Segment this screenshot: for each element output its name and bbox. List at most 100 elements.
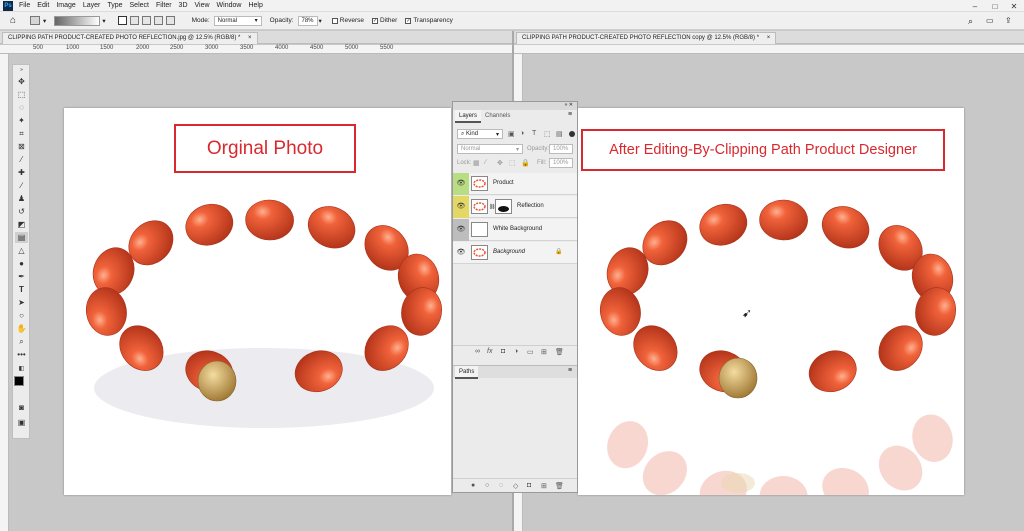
blur-tool-icon[interactable]: △ <box>15 245 28 256</box>
frame-tool-icon[interactable]: ⊠ <box>15 141 28 152</box>
tab-close-icon[interactable]: × <box>248 35 252 41</box>
pen-tool-icon[interactable]: ✒ <box>15 271 28 282</box>
menu-select[interactable]: Select <box>130 2 149 9</box>
layer-row-background[interactable]: 👁 Background 🔒 <box>453 242 577 264</box>
lock-position-icon[interactable]: ✥ <box>497 159 503 167</box>
mode-dropdown[interactable]: Normal ▾ <box>213 15 262 26</box>
tool-preset-icon[interactable]: ▾ <box>30 16 46 25</box>
filter-toggle-icon[interactable] <box>569 131 575 137</box>
chevron-down-icon[interactable]: ▾ <box>102 17 105 25</box>
eye-icon[interactable]: 👁 <box>453 219 469 241</box>
fx-icon[interactable]: fx <box>487 348 492 355</box>
eraser-tool-icon[interactable]: ◩ <box>15 219 28 230</box>
shape-tool-icon[interactable]: ○ <box>15 310 28 321</box>
search-icon[interactable]: ⌕ <box>968 16 973 27</box>
trash-icon[interactable]: 🗑 <box>555 482 564 490</box>
angle-gradient-icon[interactable] <box>141 16 151 25</box>
share-icon[interactable]: ⇪ <box>1005 16 1012 25</box>
menu-edit[interactable]: Edit <box>37 2 49 9</box>
default-colors-icon[interactable]: ◧ <box>15 364 28 375</box>
close-icon[interactable]: ✕ <box>1005 0 1023 12</box>
add-mask-icon[interactable]: ◘ <box>501 348 505 355</box>
link-layers-icon[interactable]: ∞ <box>475 348 480 355</box>
maximize-icon[interactable]: □ <box>986 0 1004 12</box>
right-canvas[interactable]: After Editing-By-Clipping Path Product D… <box>578 108 964 517</box>
home-icon[interactable]: ⌂ <box>10 15 16 26</box>
chevron-down-icon[interactable]: ▾ <box>319 17 322 25</box>
gradient-picker[interactable] <box>54 15 101 26</box>
fill-path-icon[interactable]: ● <box>471 482 475 489</box>
menu-type[interactable]: Type <box>107 2 122 9</box>
lock-all-icon[interactable]: 🔒 <box>521 159 530 167</box>
clone-stamp-tool-icon[interactable]: ♟ <box>15 193 28 204</box>
stroke-path-icon[interactable]: ○ <box>485 482 489 489</box>
filter-adjustment-icon[interactable]: ◑ <box>520 130 524 137</box>
layer-row-reflection[interactable]: 👁 ⛓ Reflection <box>453 196 577 218</box>
grip-icon[interactable]: » <box>15 67 28 73</box>
linear-gradient-icon[interactable] <box>117 16 127 25</box>
history-brush-tool-icon[interactable]: ↺ <box>15 206 28 217</box>
fill-input[interactable]: 100% <box>549 158 573 168</box>
make-work-path-icon[interactable]: ◇ <box>513 482 518 490</box>
load-selection-icon[interactable]: ◌ <box>499 482 503 489</box>
menu-layer[interactable]: Layer <box>83 2 101 9</box>
tab-channels[interactable]: Channels <box>481 110 514 123</box>
menu-file[interactable]: File <box>19 2 30 9</box>
layer-row-white-background[interactable]: 👁 White Background <box>453 219 577 241</box>
filter-smart-object-icon[interactable]: ▤ <box>556 130 563 138</box>
add-mask-icon[interactable]: ◘ <box>527 482 531 489</box>
new-path-icon[interactable]: ⊞ <box>541 482 547 490</box>
foreground-color-swatch[interactable] <box>14 376 24 386</box>
eye-icon[interactable]: 👁 <box>453 173 469 195</box>
menu-filter[interactable]: Filter <box>156 2 172 9</box>
reverse-checkbox[interactable] <box>331 17 338 24</box>
layer-row-product[interactable]: 👁 Product <box>453 173 577 195</box>
lock-pixels-icon[interactable]: ∕ <box>485 159 486 166</box>
type-tool-icon[interactable]: T <box>15 284 28 295</box>
adjustment-layer-icon[interactable]: ◑ <box>514 348 518 355</box>
group-icon[interactable]: ▭ <box>527 348 534 356</box>
quick-mask-icon[interactable]: ◙ <box>15 402 28 413</box>
marquee-tool-icon[interactable]: ⬚ <box>15 89 28 100</box>
lock-artboard-icon[interactable]: ⬚ <box>509 159 516 167</box>
menu-help[interactable]: Help <box>248 2 262 9</box>
hand-tool-icon[interactable]: ✋ <box>15 323 28 334</box>
zoom-tool-icon[interactable]: ⌕ <box>15 336 28 347</box>
magic-wand-tool-icon[interactable]: ✦ <box>15 115 28 126</box>
workspace-icon[interactable]: ▭ <box>986 16 994 25</box>
lasso-tool-icon[interactable]: ◌ <box>15 102 28 113</box>
eye-icon[interactable]: 👁 <box>453 196 469 218</box>
dither-checkbox[interactable]: ✓ <box>371 17 378 24</box>
tab-right-document[interactable]: CLIPPING PATH PRODUCT-CREATED PHOTO REFL… <box>516 32 777 44</box>
eye-icon[interactable]: 👁 <box>453 242 469 264</box>
healing-brush-tool-icon[interactable]: ✚ <box>15 167 28 178</box>
transparency-checkbox[interactable]: ✓ <box>405 17 412 24</box>
new-layer-icon[interactable]: ⊞ <box>541 348 547 356</box>
more-tools-icon[interactable]: ••• <box>15 349 28 360</box>
tab-paths[interactable]: Paths <box>455 366 479 379</box>
filter-pixel-icon[interactable]: ▣ <box>508 130 515 138</box>
kind-filter-dropdown[interactable]: ⌕ Kind ▾ <box>457 129 503 139</box>
menu-image[interactable]: Image <box>56 2 75 9</box>
menu-window[interactable]: Window <box>217 2 242 9</box>
tab-layers[interactable]: Layers <box>455 110 482 123</box>
screen-mode-icon[interactable]: ▣ <box>15 417 28 428</box>
menu-3d[interactable]: 3D <box>179 2 188 9</box>
opacity-input[interactable]: 78% <box>297 15 318 26</box>
filter-type-icon[interactable]: T <box>532 130 536 137</box>
blend-mode-dropdown[interactable]: Normal ▾ <box>457 144 523 154</box>
reflected-gradient-icon[interactable] <box>153 16 163 25</box>
lock-transparent-icon[interactable]: ▦ <box>473 159 480 167</box>
tab-close-icon[interactable]: × <box>767 35 771 41</box>
filter-shape-icon[interactable]: ⬚ <box>544 130 551 138</box>
trash-icon[interactable]: 🗑 <box>555 348 564 356</box>
layer-mask-thumbnail[interactable] <box>495 199 512 214</box>
crop-tool-icon[interactable]: ⌗ <box>15 128 28 139</box>
left-canvas[interactable]: Orginal Photo <box>64 108 451 495</box>
gradient-tool-icon[interactable]: ▤ <box>15 232 28 243</box>
layer-opacity-input[interactable]: 100% <box>549 144 573 154</box>
panel-menu-icon[interactable]: ≡ <box>568 111 572 118</box>
radial-gradient-icon[interactable] <box>129 16 139 25</box>
brush-tool-icon[interactable]: ∕ <box>15 180 28 191</box>
diamond-gradient-icon[interactable] <box>165 16 175 25</box>
